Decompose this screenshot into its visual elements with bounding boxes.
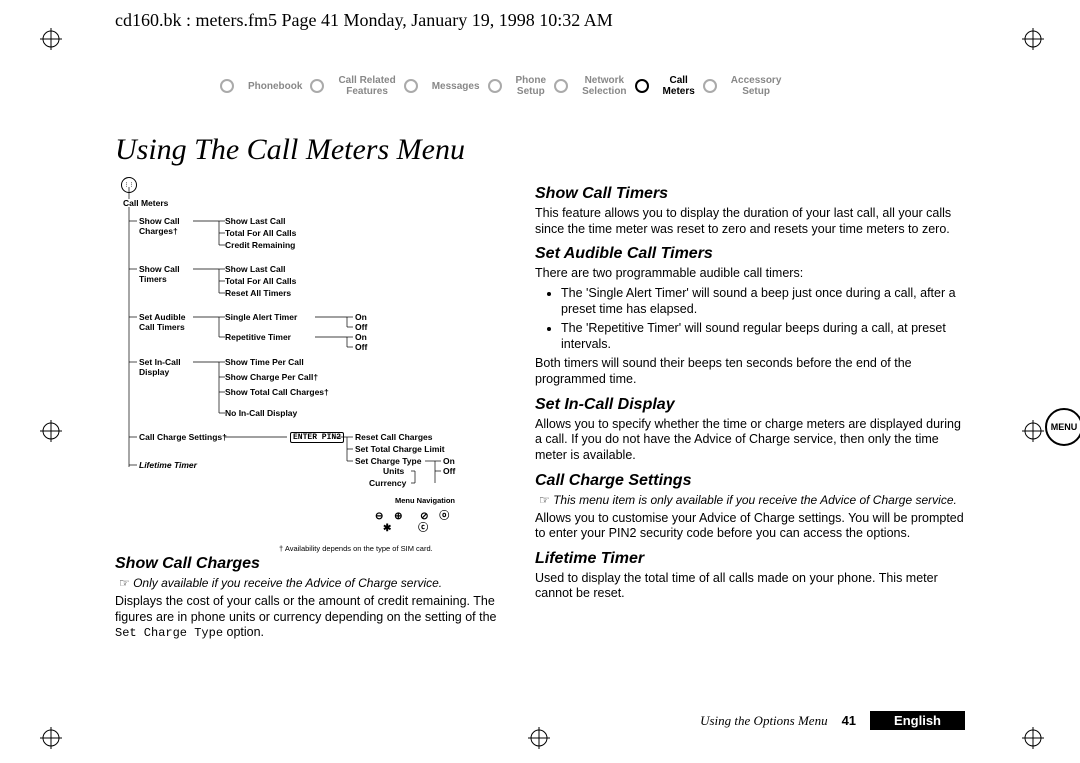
nav-key-icons: ⊖ ⊕ ⊘ ⓞ✱ ⓒ [375, 511, 453, 534]
breadcrumb-dot-icon [554, 79, 568, 93]
crop-mark-icon [1022, 727, 1040, 745]
list-item: The 'Single Alert Timer' will sound a be… [561, 286, 965, 317]
page-header-meta: cd160.bk : meters.fm5 Page 41 Monday, Ja… [115, 10, 613, 31]
section-heading: Show Call Timers [535, 185, 965, 203]
bullet-list: The 'Single Alert Timer' will sound a be… [535, 286, 965, 353]
body-text: This feature allows you to display the d… [535, 206, 965, 237]
section-heading: Set In-Call Display [535, 396, 965, 414]
crop-mark-icon [1022, 28, 1040, 46]
tree-item: Show Last Call [225, 217, 285, 227]
section-heading: Set Audible Call Timers [535, 245, 965, 263]
breadcrumb-label: Phonebook [240, 81, 310, 92]
crop-mark-icon [40, 420, 58, 438]
body-text: Used to display the total time of all ca… [535, 571, 965, 602]
tree-item: Off [443, 467, 455, 477]
section-heading: Show Call Charges [115, 555, 515, 573]
tree-root: Call Meters [123, 199, 168, 209]
crop-mark-icon [1022, 420, 1040, 438]
breadcrumb-nav: Phonebook Call RelatedFeatures Messages Pho… [220, 75, 965, 115]
menu-tree-diagram: ⋮⋮ Call Meters Show CallCharges† Show Ca… [115, 177, 515, 547]
breadcrumb-dot-icon [635, 79, 649, 93]
breadcrumb-item: Call RelatedFeatures [310, 75, 403, 97]
note-text: Only available if you receive the Advice… [133, 576, 515, 590]
language-badge: English [870, 711, 965, 730]
tree-item: No In-Call Display [225, 409, 297, 419]
pin-entry-icon: ENTER PIN2 [290, 432, 344, 443]
tree-item: Lifetime Timer [139, 461, 197, 471]
footer-section-label: Using the Options Menu [700, 713, 827, 729]
tree-item: Show Last Call [225, 265, 285, 275]
tree-item: Repetitive Timer [225, 333, 291, 343]
page-title: Using The Call Meters Menu [115, 133, 965, 167]
tree-item: Show CallCharges† [139, 217, 180, 237]
tree-item: Call Charge Settings† [139, 433, 227, 443]
breadcrumb-item: Phonebook [220, 79, 310, 93]
tree-footnote: † Availability depends on the type of SI… [279, 545, 433, 554]
tree-item: Set AudibleCall Timers [139, 313, 185, 333]
tree-item: Show Time Per Call [225, 358, 304, 368]
breadcrumb-dot-icon [310, 79, 324, 93]
breadcrumb-item: Messages [404, 79, 488, 93]
tree-item: Off [355, 343, 367, 353]
tree-item: Set In-CallDisplay [139, 358, 181, 378]
breadcrumb-item: NetworkSelection [554, 75, 634, 97]
section-heading: Call Charge Settings [535, 472, 965, 490]
breadcrumb-item: PhoneSetup [488, 75, 555, 97]
menu-icon: ⋮⋮ [121, 177, 137, 193]
breadcrumb-label: Messages [424, 81, 488, 92]
breadcrumb-label: PhoneSetup [508, 75, 555, 97]
tree-item: Reset Call Charges [355, 433, 432, 443]
tree-item: Single Alert Timer [225, 313, 297, 323]
crop-mark-icon [40, 28, 58, 46]
page-number: 41 [842, 713, 856, 728]
breadcrumb-item: AccessorySetup [703, 75, 790, 97]
breadcrumb-dot-icon [220, 79, 234, 93]
body-text: Allows you to specify whether the time o… [535, 417, 965, 464]
tree-item: Reset All Timers [225, 289, 291, 299]
tree-nav-label: Menu Navigation [395, 497, 455, 506]
tree-item: Show Total Call Charges† [225, 388, 329, 398]
tree-item: Units [383, 467, 404, 477]
tree-item: Set Total Charge Limit [355, 445, 445, 455]
menu-badge-icon: MENU [1045, 408, 1080, 446]
tree-item: Total For All Calls [225, 277, 296, 287]
body-text: Allows you to customise your Advice of C… [535, 511, 965, 542]
tree-item: Currency [369, 479, 406, 489]
tree-item: Show Charge Per Call† [225, 373, 318, 383]
tree-item: Show CallTimers [139, 265, 180, 285]
breadcrumb-dot-icon [703, 79, 717, 93]
breadcrumb-label: NetworkSelection [574, 75, 634, 97]
breadcrumb-label: AccessorySetup [723, 75, 790, 97]
note-text: This menu item is only available if you … [553, 493, 965, 507]
breadcrumb-label: Call RelatedFeatures [330, 75, 403, 97]
breadcrumb-item: CallMeters [635, 75, 703, 97]
tree-item: Total For All Calls [225, 229, 296, 239]
body-text: Displays the cost of your calls or the a… [115, 594, 515, 641]
tree-item: Credit Remaining [225, 241, 295, 251]
list-item: The 'Repetitive Timer' will sound regula… [561, 321, 965, 352]
section-heading: Lifetime Timer [535, 550, 965, 568]
breadcrumb-label: CallMeters [655, 75, 703, 97]
breadcrumb-dot-icon [488, 79, 502, 93]
page-content: Phonebook Call RelatedFeatures Messages Pho… [115, 50, 965, 730]
breadcrumb-dot-icon [404, 79, 418, 93]
body-text: Both timers will sound their beeps ten s… [535, 356, 965, 387]
page-footer: Using the Options Menu 41 English [700, 711, 965, 730]
crop-mark-icon [40, 727, 58, 745]
body-text: There are two programmable audible call … [535, 266, 965, 282]
